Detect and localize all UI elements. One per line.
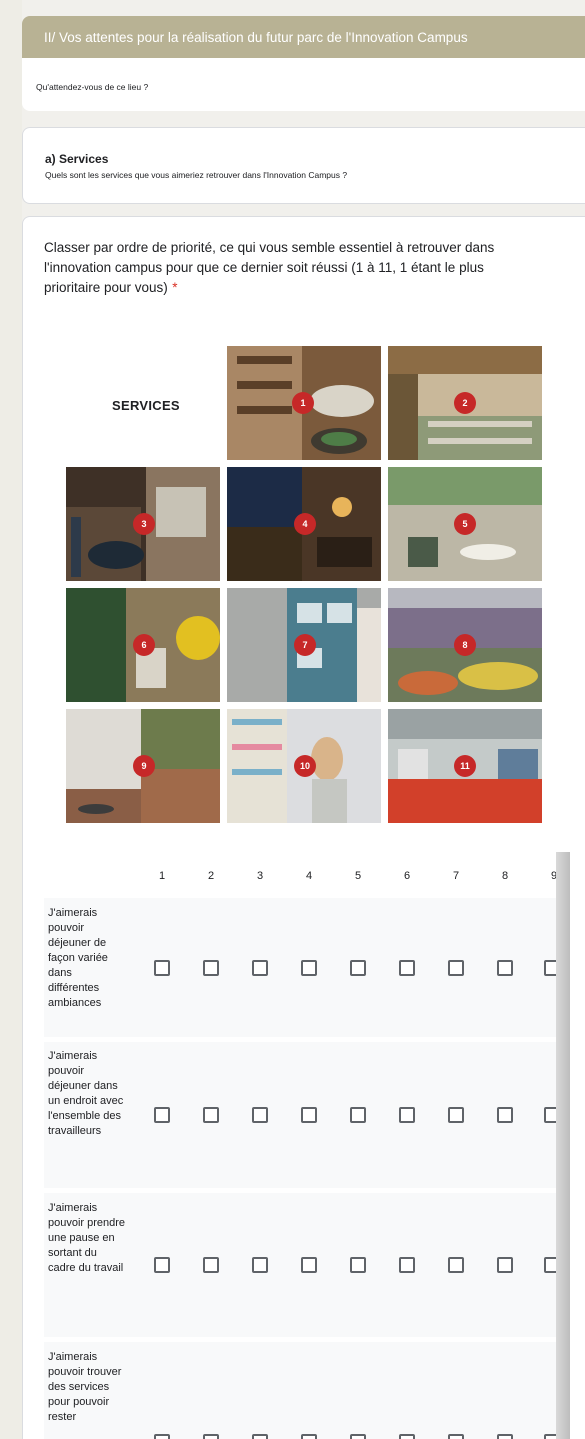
service-photo-green-lounge: 5: [388, 467, 542, 581]
section-body: Qu'attendez-vous de ce lieu ?: [22, 58, 585, 111]
services-card: a) Services Quels sont les services que …: [22, 127, 585, 204]
row-label-2: J'aimerais pouvoir déjeuner dans un endr…: [48, 1050, 124, 1137]
badge-3: 3: [133, 513, 155, 535]
badge-2: 2: [454, 392, 476, 414]
column-header-2: 2: [207, 870, 215, 882]
checkbox-r3-c3[interactable]: [252, 1257, 268, 1273]
row-label-3: J'aimerais pouvoir prendre une pause en …: [48, 1202, 126, 1274]
services-image-label: SERVICES: [112, 398, 180, 413]
checkbox-r3-c1[interactable]: [154, 1257, 170, 1273]
checkbox-r1-c7[interactable]: [448, 960, 464, 976]
service-photo-library: 11: [388, 709, 542, 823]
page-gutter: [0, 0, 22, 1439]
column-header-5: 5: [354, 870, 362, 882]
checkbox-r3-c2[interactable]: [203, 1257, 219, 1273]
checkbox-r3-c4[interactable]: [301, 1257, 317, 1273]
checkbox-r1-c5[interactable]: [350, 960, 366, 976]
checkbox-r1-c4[interactable]: [301, 960, 317, 976]
grid-row-3: J'aimerais pouvoir prendre une pause en …: [44, 1193, 564, 1337]
grid-row-1: J'aimerais pouvoir déjeuner de façon var…: [44, 898, 564, 1037]
checkbox-r4-c6[interactable]: [399, 1434, 415, 1439]
badge-8: 8: [454, 634, 476, 656]
checkbox-r1-c2[interactable]: [203, 960, 219, 976]
service-photo-restaurant: 1: [227, 346, 381, 460]
checkbox-r4-c2[interactable]: [203, 1434, 219, 1439]
service-photo-lockers: 7: [227, 588, 381, 702]
service-photo-grocery: 8: [388, 588, 542, 702]
checkbox-r1-c3[interactable]: [252, 960, 268, 976]
section-header: II/ Vos attentes pour la réalisation du …: [22, 16, 585, 58]
checkbox-r4-c7[interactable]: [448, 1434, 464, 1439]
checkbox-r1-c8[interactable]: [497, 960, 513, 976]
badge-5: 5: [454, 513, 476, 535]
service-photo-terrace-night: 4: [227, 467, 381, 581]
checkbox-r3-c7[interactable]: [448, 1257, 464, 1273]
question-title: Classer par ordre de priorité, ce qui vo…: [44, 238, 534, 298]
column-header-8: 8: [501, 870, 509, 882]
checkbox-r3-c6[interactable]: [399, 1257, 415, 1273]
checkbox-r2-c5[interactable]: [350, 1107, 366, 1123]
checkbox-r1-c6[interactable]: [399, 960, 415, 976]
services-title: a) Services: [45, 152, 109, 166]
checkbox-r4-c4[interactable]: [301, 1434, 317, 1439]
section-description: Qu'attendez-vous de ce lieu ?: [36, 82, 149, 92]
checkbox-r4-c8[interactable]: [497, 1434, 513, 1439]
badge-6: 6: [133, 634, 155, 656]
badge-7: 7: [294, 634, 316, 656]
checkbox-r2-c1[interactable]: [154, 1107, 170, 1123]
checkbox-r2-c8[interactable]: [497, 1107, 513, 1123]
checkbox-r1-c1[interactable]: [154, 960, 170, 976]
checkbox-r2-c3[interactable]: [252, 1107, 268, 1123]
checkbox-r2-c6[interactable]: [399, 1107, 415, 1123]
checkbox-r4-c1[interactable]: [154, 1434, 170, 1439]
column-header-6: 6: [403, 870, 411, 882]
badge-1: 1: [292, 392, 314, 414]
column-header-1: 1: [158, 870, 166, 882]
checkbox-r2-c4[interactable]: [301, 1107, 317, 1123]
grid-row-4: J'aimerais pouvoir trouver des services …: [44, 1342, 564, 1439]
ranking-grid: 1 2 3 4 5 6 7 8 9 J'aimerais pouvoir déj…: [44, 855, 564, 1439]
grid-row-2: J'aimerais pouvoir déjeuner dans un endr…: [44, 1042, 564, 1188]
service-photo-local-shop: 6: [66, 588, 220, 702]
service-photo-coffee-shop: 3: [66, 467, 220, 581]
column-header-3: 3: [256, 870, 264, 882]
badge-9: 9: [133, 755, 155, 777]
service-photo-yoga: 9: [66, 709, 220, 823]
badge-4: 4: [294, 513, 316, 535]
row-label-1: J'aimerais pouvoir déjeuner de façon var…: [48, 907, 108, 1009]
service-photo-cafeteria: 2: [388, 346, 542, 460]
checkbox-r2-c2[interactable]: [203, 1107, 219, 1123]
column-header-7: 7: [452, 870, 460, 882]
section-title: II/ Vos attentes pour la réalisation du …: [44, 30, 468, 45]
checkbox-r3-c5[interactable]: [350, 1257, 366, 1273]
service-photo-pharmacy: 10: [227, 709, 381, 823]
row-label-4: J'aimerais pouvoir trouver des services …: [48, 1351, 122, 1423]
badge-11: 11: [454, 755, 476, 777]
checkbox-r3-c8[interactable]: [497, 1257, 513, 1273]
checkbox-r4-c5[interactable]: [350, 1434, 366, 1439]
badge-10: 10: [294, 755, 316, 777]
question-text: Classer par ordre de priorité, ce qui vo…: [44, 240, 495, 295]
checkbox-r2-c7[interactable]: [448, 1107, 464, 1123]
column-header-4: 4: [305, 870, 313, 882]
horizontal-scroll-shadow[interactable]: [556, 852, 570, 1439]
services-description: Quels sont les services que vous aimerie…: [45, 170, 348, 180]
checkbox-r4-c3[interactable]: [252, 1434, 268, 1439]
required-marker: *: [172, 280, 178, 295]
